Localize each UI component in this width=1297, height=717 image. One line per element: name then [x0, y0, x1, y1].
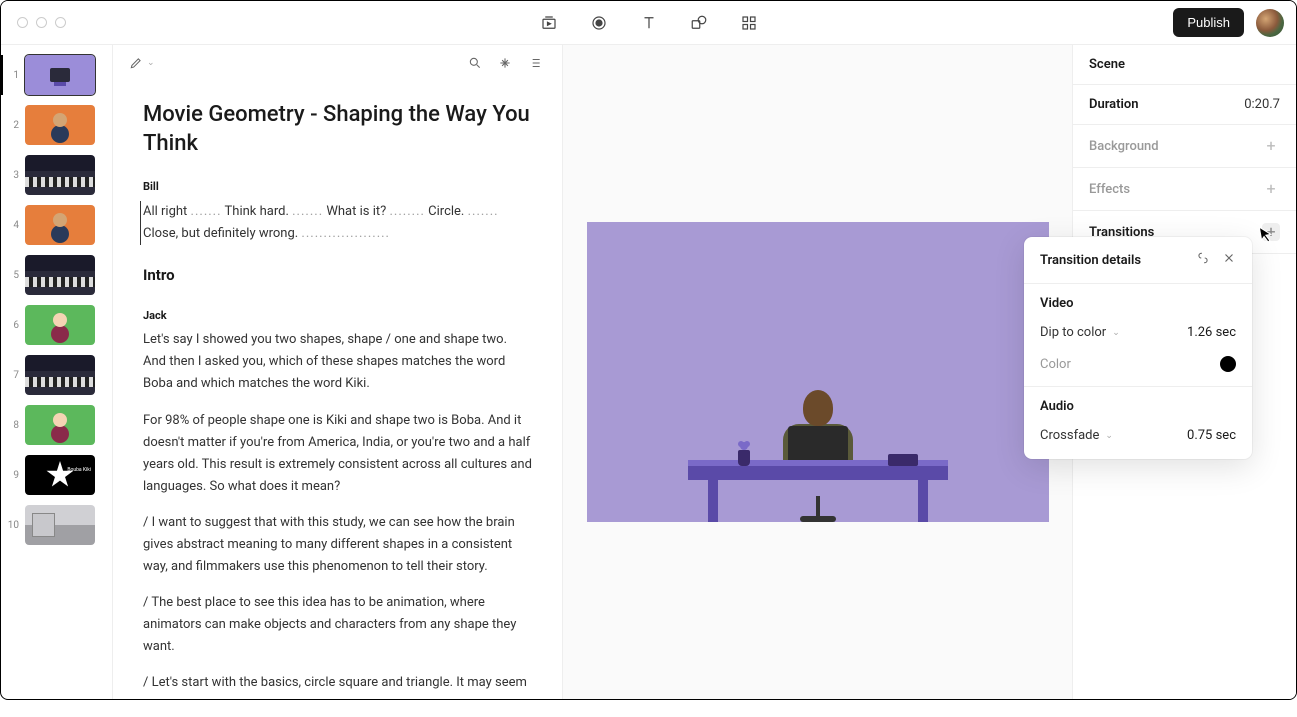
speaker-label: Bill	[143, 178, 532, 197]
add-effects-icon[interactable]: +	[1262, 180, 1280, 198]
thumbnail-3[interactable]: 3	[7, 155, 106, 195]
scene-header: Scene	[1073, 45, 1296, 85]
minimize-window[interactable]	[36, 17, 47, 28]
topbar: Publish	[1, 1, 1296, 45]
thumbnail-10[interactable]: 10	[7, 505, 106, 545]
video-transition-row[interactable]: Dip to color ⌄ 1.26 sec	[1024, 319, 1252, 350]
document-title[interactable]: Movie Geometry - Shaping the Way You Thi…	[143, 101, 532, 158]
script-toolbar: ⌄	[113, 45, 562, 81]
thumbnail-6[interactable]: 6	[7, 305, 106, 345]
section-heading[interactable]: Intro	[143, 263, 532, 289]
transition-details-popover: Transition details Video Dip to color ⌄ …	[1024, 237, 1252, 459]
transcript-paragraph[interactable]: For 98% of people shape one is Kiki and …	[143, 410, 532, 498]
chevron-down-icon: ⌄	[1112, 328, 1120, 338]
thumbnail-7[interactable]: 7	[7, 355, 106, 395]
effects-row[interactable]: Effects +	[1073, 168, 1296, 211]
close-icon[interactable]	[1222, 251, 1236, 269]
canvas-panel[interactable]	[563, 45, 1072, 699]
chevron-down-icon: ⌄	[1105, 431, 1113, 441]
maximize-window[interactable]	[55, 17, 66, 28]
color-row[interactable]: Color	[1024, 350, 1252, 387]
background-label: Background	[1089, 139, 1159, 154]
speaker-label: Jack	[143, 307, 532, 326]
center-toolbar	[540, 14, 758, 32]
popover-title: Transition details	[1040, 253, 1141, 268]
transcript-paragraph[interactable]: / Let's start with the basics, circle sq…	[143, 672, 532, 694]
transcript-paragraph[interactable]: / I want to suggest that with this study…	[143, 512, 532, 578]
video-duration-value[interactable]: 1.26 sec	[1187, 325, 1236, 340]
script-body[interactable]: Movie Geometry - Shaping the Way You Thi…	[113, 81, 562, 699]
audio-section-label: Audio	[1024, 387, 1252, 422]
slides-icon[interactable]	[540, 14, 558, 32]
list-icon[interactable]	[528, 56, 542, 70]
thumbnail-1[interactable]: 1	[7, 55, 106, 95]
pen-tool-dropdown[interactable]: ⌄	[129, 56, 155, 70]
avatar[interactable]	[1256, 9, 1284, 37]
grid-icon[interactable]	[740, 14, 758, 32]
close-window[interactable]	[17, 17, 28, 28]
thumbnail-8[interactable]: 8	[7, 405, 106, 445]
transcript-paragraph[interactable]: Let's say I showed you two shapes, shape…	[143, 329, 532, 395]
record-icon[interactable]	[590, 14, 608, 32]
canvas-frame[interactable]	[587, 222, 1049, 522]
audio-transition-row[interactable]: Crossfade ⌄ 0.75 sec	[1024, 422, 1252, 459]
duration-label: Duration	[1089, 97, 1139, 112]
thumbnail-rail[interactable]: 1 2 3 4 5 6 7	[1, 45, 113, 699]
transcript-paragraph[interactable]: / The best place to see this idea has to…	[143, 592, 532, 658]
script-panel: ⌄ Movie Geometry - Shaping t	[113, 45, 563, 699]
window-controls	[13, 17, 66, 28]
thumbnail-4[interactable]: 4	[7, 205, 106, 245]
thumbnail-5[interactable]: 5	[7, 255, 106, 295]
thumbnail-9[interactable]: 9 Bouba Kiki	[7, 455, 106, 495]
sparkle-icon[interactable]	[498, 56, 512, 70]
video-section-label: Video	[1024, 284, 1252, 319]
search-icon[interactable]	[468, 56, 482, 70]
transcript-line[interactable]: All right ....... Think hard. ....... Wh…	[140, 201, 532, 245]
effects-label: Effects	[1089, 182, 1130, 197]
publish-button[interactable]: Publish	[1173, 8, 1244, 37]
color-swatch[interactable]	[1220, 356, 1236, 372]
shapes-icon[interactable]	[690, 14, 708, 32]
color-label: Color	[1040, 357, 1071, 372]
text-icon[interactable]	[640, 14, 658, 32]
duration-value: 0:20.7	[1244, 97, 1280, 112]
unlink-icon[interactable]	[1196, 251, 1210, 269]
duration-row: Duration 0:20.7	[1073, 85, 1296, 125]
scene-label: Scene	[1089, 57, 1280, 72]
right-controls: Publish	[1173, 8, 1284, 37]
background-row[interactable]: Background +	[1073, 125, 1296, 168]
add-background-icon[interactable]: +	[1262, 137, 1280, 155]
audio-duration-value[interactable]: 0.75 sec	[1187, 428, 1236, 443]
thumbnail-2[interactable]: 2	[7, 105, 106, 145]
